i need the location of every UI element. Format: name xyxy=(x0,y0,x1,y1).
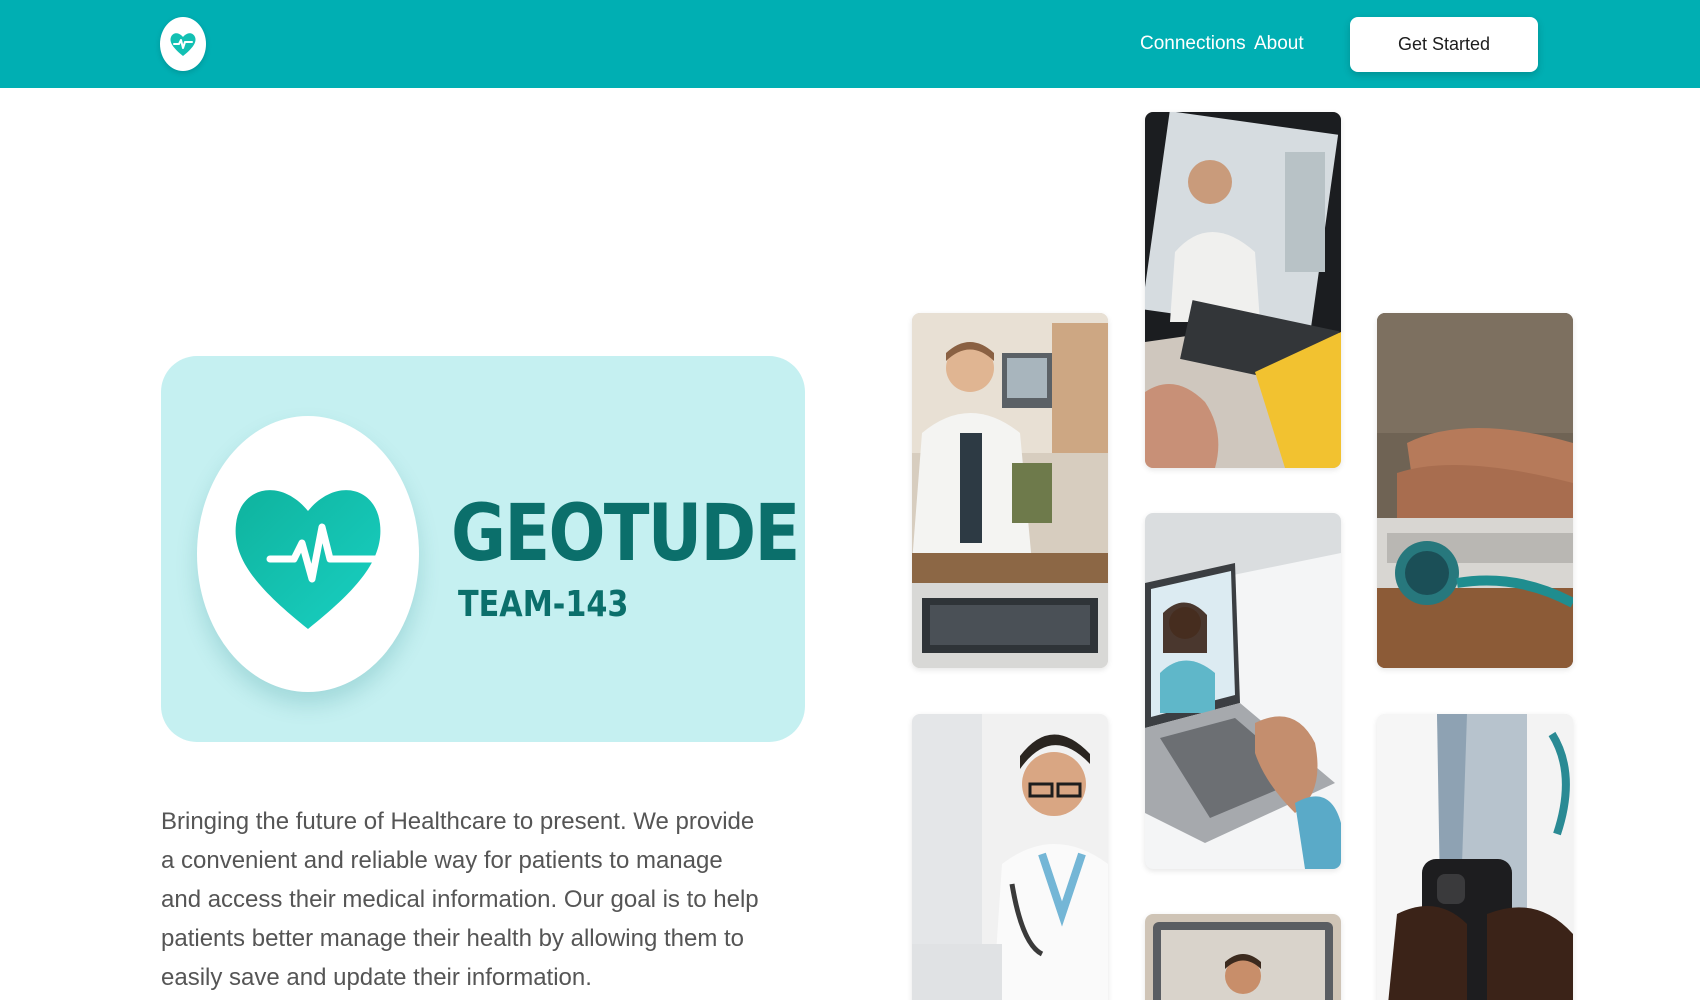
logo-button[interactable] xyxy=(160,17,206,71)
hands-typing-stethoscope-photo xyxy=(1377,313,1573,668)
page: Connections About Get Started GEOTUDE TE… xyxy=(0,0,1700,1000)
hero-description: Bringing the future of Healthcare to pre… xyxy=(161,808,759,991)
nav-link-connections[interactable]: Connections xyxy=(1140,33,1246,55)
doctor-holding-phone-photo xyxy=(1377,714,1573,1000)
doctor-glasses-stethoscope-photo xyxy=(912,714,1108,1000)
doctor-at-desk-photo xyxy=(912,313,1108,668)
heart-pulse-icon xyxy=(235,490,382,629)
brand-subtitle: TEAM-143 xyxy=(458,584,629,625)
brand-card: GEOTUDE TEAM-143 xyxy=(161,356,805,742)
laptop-video-consultation-photo xyxy=(1145,513,1341,869)
nav-link-about[interactable]: About xyxy=(1254,33,1304,55)
top-navbar: Connections About Get Started xyxy=(0,0,1700,88)
brand-logo-circle xyxy=(197,416,419,692)
doctor-video-call-tablet-photo xyxy=(1145,112,1341,468)
heart-pulse-icon xyxy=(170,33,196,56)
brand-title: GEOTUDE xyxy=(451,489,800,579)
get-started-button[interactable]: Get Started xyxy=(1350,17,1538,72)
laptop-doctor-screen-photo xyxy=(1145,914,1341,1000)
